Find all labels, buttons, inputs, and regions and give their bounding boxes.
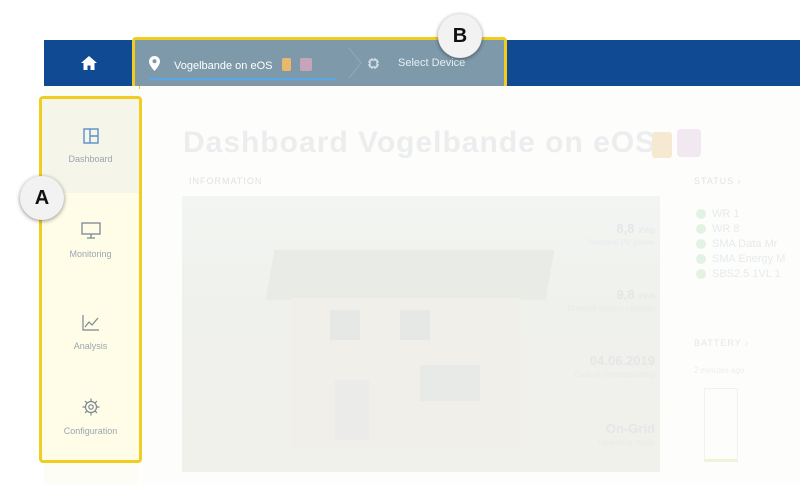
stat-unit: kWp — [639, 226, 655, 235]
house-window-shape — [400, 310, 430, 340]
home-button[interactable] — [44, 40, 134, 86]
status-item-label: WR 1 — [712, 207, 740, 220]
stat-value: On-Grid — [605, 421, 655, 436]
sidebar-item-label: Analysis — [73, 341, 108, 351]
battery-timestamp: 2 minutes ago — [694, 366, 745, 375]
callout-badge-b: B — [438, 14, 482, 58]
device-label: Select Device — [398, 57, 466, 69]
house-roof-shape — [265, 250, 555, 300]
sidebar-item-label: Dashboard — [68, 154, 113, 164]
stat-commissioning-date: 04.06.2019 Date of commissioning — [574, 352, 655, 379]
stat-value: 8,8 — [616, 221, 635, 236]
status-label-text: STATUS — [694, 176, 735, 186]
gear-icon — [82, 398, 99, 416]
monitor-icon — [80, 221, 101, 239]
list-item[interactable]: SBS2.5 1VL 1 — [696, 266, 785, 281]
stat-label: Nominal PV power — [588, 238, 655, 247]
stat-label: Operating mode — [597, 438, 655, 447]
owl-emoji-icon — [652, 132, 672, 158]
home-icon — [81, 56, 97, 70]
dashboard-icon — [82, 128, 99, 144]
information-section-label: INFORMATION — [189, 176, 263, 186]
stat-operating-mode: On-Grid Operating mode — [598, 420, 655, 447]
house-door-shape — [335, 380, 369, 440]
check-circle-icon — [696, 253, 706, 264]
check-circle-icon — [696, 238, 706, 249]
status-list: WR 1 WR 8 SMA Data Mr SMA Energy M SBS2.… — [696, 206, 785, 281]
check-circle-icon — [696, 208, 706, 219]
active-crumb-underline — [149, 78, 335, 80]
status-item-label: WR 8 — [712, 222, 740, 235]
callout-badge-a: A — [20, 176, 64, 220]
chart-icon — [81, 315, 99, 331]
battery-label-text: BATTERY — [694, 338, 742, 348]
stat-value: 04.06.2019 — [589, 353, 655, 368]
stat-pv-power: 8,8 kWp Nominal PV power — [589, 220, 655, 247]
house-window-shape — [330, 310, 360, 340]
battery-gauge — [704, 388, 738, 462]
location-pin-icon — [149, 55, 160, 71]
status-item-label: SBS2.5 1VL 1 — [712, 267, 781, 280]
sidebar-item-label: Configuration — [63, 426, 118, 436]
check-circle-icon — [696, 223, 706, 234]
status-item-label: SMA Data Mr — [712, 237, 778, 250]
sidebar-item-analysis[interactable]: Analysis — [42, 286, 139, 380]
app-root: Vogelbande on eOS Select Device Dashboar… — [0, 0, 800, 485]
chip-icon — [368, 57, 379, 69]
stat-value: 9,8 — [616, 287, 635, 302]
battery-section-link[interactable]: BATTERY › — [694, 338, 749, 348]
sidebar-item-dashboard[interactable]: Dashboard — [42, 99, 139, 193]
owl-emoji-icon — [281, 57, 291, 71]
status-section-link[interactable]: STATUS › — [694, 176, 742, 186]
list-item[interactable]: SMA Energy M — [696, 251, 785, 266]
stat-unit: kWh — [639, 292, 655, 301]
bird-emoji-icon — [677, 129, 701, 157]
bird-emoji-icon — [299, 57, 312, 71]
list-item[interactable]: WR 1 — [696, 206, 785, 221]
stat-label: Date of commissioning — [574, 370, 655, 379]
stat-battery-capacity: 9,8 kWh Nominal battery capacity — [567, 286, 655, 313]
sidebar-item-label: Monitoring — [69, 248, 112, 259]
list-item[interactable]: SMA Data Mr — [696, 236, 785, 251]
list-item[interactable]: WR 8 — [696, 221, 785, 236]
check-circle-icon — [696, 268, 706, 279]
page-title: Dashboard Vogelbande on eOS — [183, 126, 657, 159]
site-label: Vogelbande on eOS — [174, 59, 273, 72]
house-window-shape — [420, 365, 480, 401]
chevron-right-icon — [348, 48, 362, 78]
status-item-label: SMA Energy M — [712, 252, 786, 265]
sidebar-item-configuration[interactable]: Configuration — [42, 370, 139, 464]
stat-label: Nominal battery capacity — [567, 304, 655, 313]
